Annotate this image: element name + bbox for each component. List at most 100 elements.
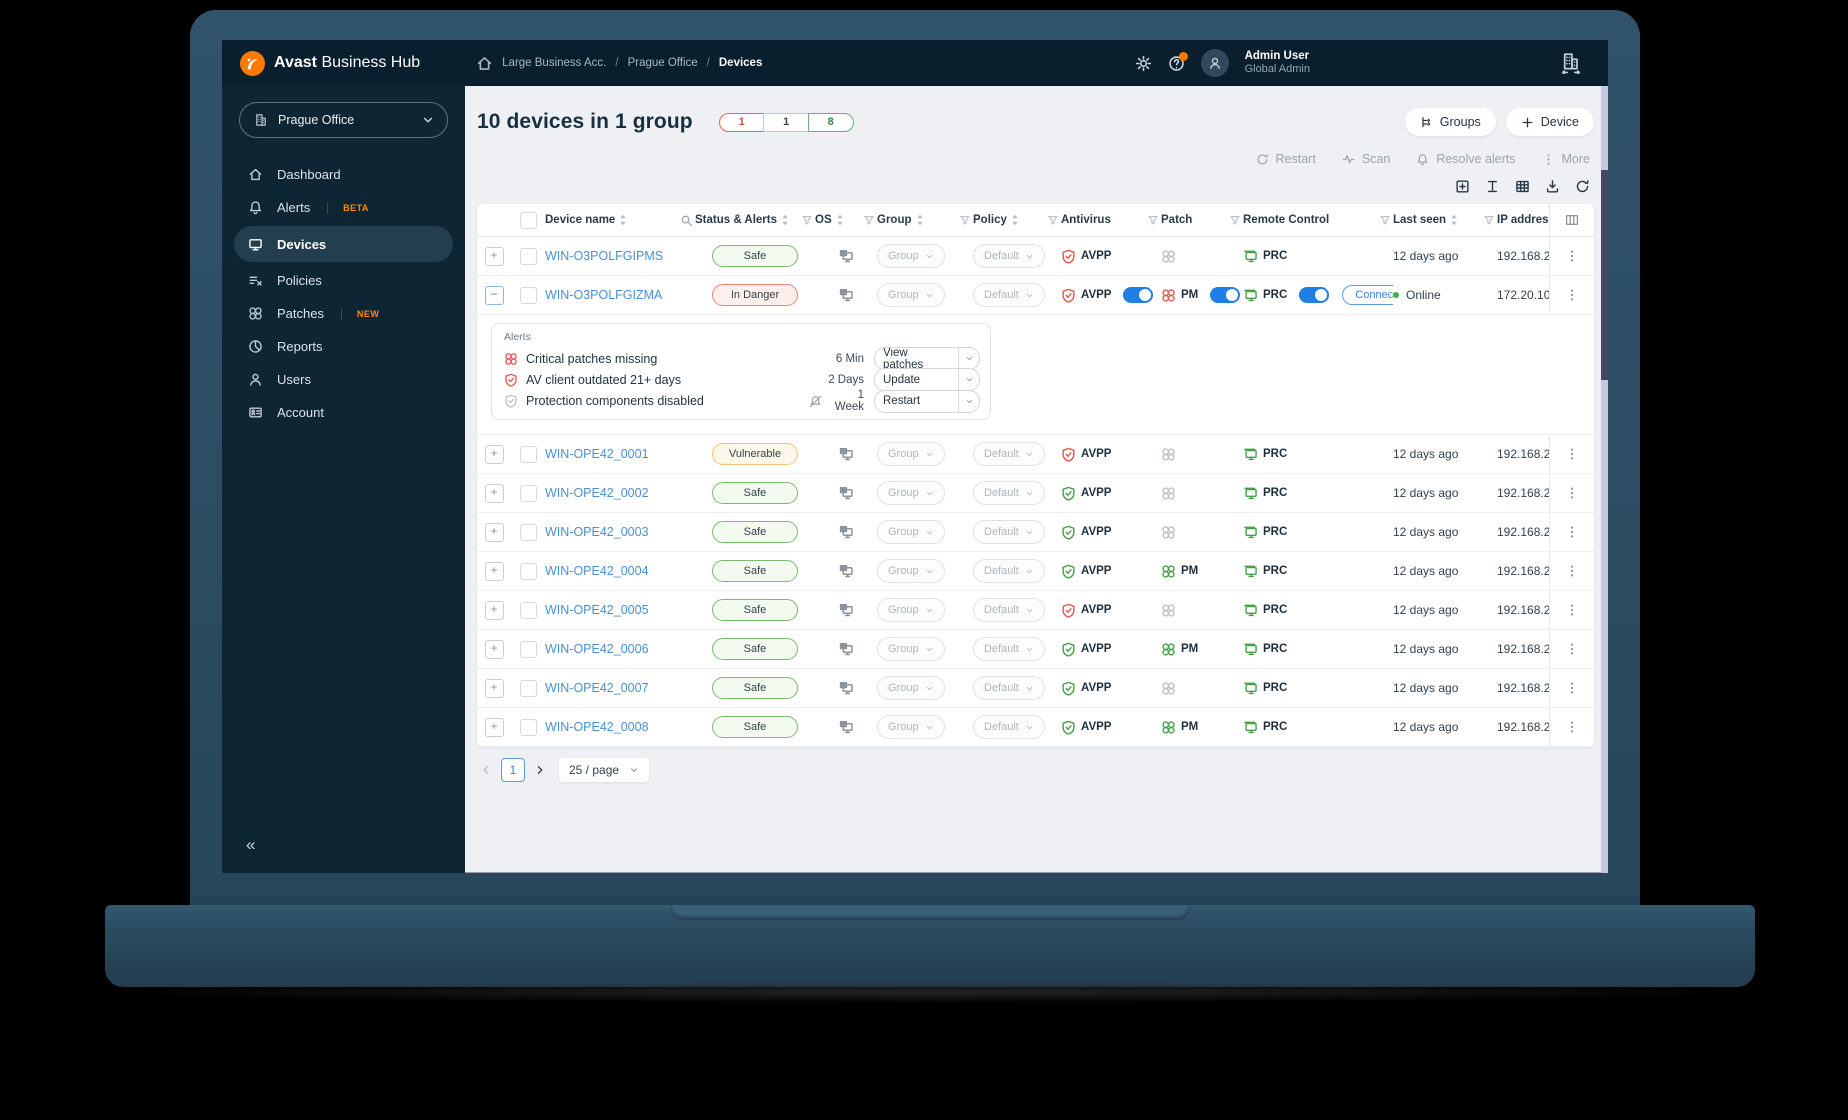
device-link[interactable]: WIN-O3POLFGIZMA	[545, 288, 662, 302]
filter-icon[interactable]	[1379, 214, 1391, 226]
avatar[interactable]	[1200, 49, 1229, 77]
row-menu-icon[interactable]	[1565, 720, 1579, 734]
row-checkbox[interactable]	[519, 601, 537, 619]
group-select[interactable]: Group	[877, 637, 945, 661]
alert-action-button[interactable]: View patches	[875, 348, 958, 369]
sidebar-item-reports[interactable]: Reports	[222, 330, 465, 363]
policy-select[interactable]: Default	[973, 559, 1045, 583]
patch-toggle[interactable]	[1210, 287, 1241, 303]
group-select[interactable]: Group	[877, 676, 945, 700]
connect-button[interactable]: Connect	[1342, 285, 1393, 305]
groups-button[interactable]: Groups	[1404, 108, 1496, 136]
policy-select[interactable]: Default	[973, 637, 1045, 661]
policy-select[interactable]: Default	[973, 481, 1045, 505]
row-checkbox[interactable]	[519, 523, 537, 541]
page-scrollbar[interactable]	[1601, 86, 1608, 873]
policy-select[interactable]: Default	[973, 676, 1045, 700]
group-select[interactable]: Group	[877, 481, 945, 505]
sort-icon[interactable]	[781, 214, 789, 226]
expand-row-button[interactable]: +	[484, 639, 504, 659]
column-header-group[interactable]: Group	[877, 214, 973, 226]
breadcrumb-item[interactable]: Devices	[719, 57, 762, 69]
add-device-button[interactable]: Device	[1505, 108, 1594, 136]
reload-icon[interactable]	[1575, 179, 1590, 194]
antivirus-toggle[interactable]	[1123, 287, 1154, 303]
group-select[interactable]: Group	[877, 598, 945, 622]
settings-gear-icon[interactable]	[1135, 55, 1152, 72]
filter-icon[interactable]	[801, 214, 813, 226]
remote-control-toggle[interactable]	[1299, 287, 1330, 303]
columns-settings-cell[interactable]	[1549, 204, 1594, 236]
group-select[interactable]: Group	[877, 442, 945, 466]
company-switcher-icon[interactable]	[1560, 52, 1582, 74]
column-header-patch[interactable]: Patch	[1161, 214, 1243, 226]
device-link[interactable]: WIN-OPE42_0008	[545, 720, 649, 734]
column-header-status-alerts[interactable]: Status & Alerts	[695, 214, 815, 226]
sidebar-item-devices[interactable]: Devices	[234, 226, 453, 262]
search-icon[interactable]	[680, 214, 693, 227]
column-header-policy[interactable]: Policy	[973, 214, 1061, 226]
filter-icon[interactable]	[863, 214, 875, 226]
page-number[interactable]: 1	[501, 758, 525, 782]
sidebar-item-patches[interactable]: Patches | NEW	[222, 297, 465, 330]
filter-icon[interactable]	[959, 214, 971, 226]
column-header-ip-address[interactable]: IP address	[1497, 214, 1549, 226]
expand-row-button[interactable]: +	[484, 246, 504, 266]
columns-icon[interactable]	[1565, 213, 1579, 227]
collapse-sidebar-button[interactable]: «	[246, 835, 255, 855]
row-menu-icon[interactable]	[1565, 525, 1579, 539]
group-select[interactable]: Group	[877, 283, 945, 307]
device-link[interactable]: WIN-OPE42_0004	[545, 564, 649, 578]
sidebar-item-dashboard[interactable]: Dashboard	[222, 158, 465, 191]
row-menu-icon[interactable]	[1565, 681, 1579, 695]
sidebar-item-alerts[interactable]: Alerts | BETA	[222, 191, 465, 224]
device-link[interactable]: WIN-O3POLFGIPMS	[545, 249, 663, 263]
bulk-action-more[interactable]: More	[1542, 152, 1590, 166]
group-select[interactable]: Group	[877, 244, 945, 268]
breadcrumb-item[interactable]: Large Business Acc.	[502, 57, 606, 69]
sidebar-item-policies[interactable]: Policies	[222, 264, 465, 297]
row-checkbox[interactable]	[519, 484, 537, 502]
row-checkbox[interactable]	[519, 562, 537, 580]
sort-icon[interactable]	[836, 214, 844, 226]
device-link[interactable]: WIN-OPE42_0002	[545, 486, 649, 500]
column-header-antivirus[interactable]: Antivirus	[1061, 214, 1161, 226]
alert-action-dropdown[interactable]	[958, 390, 979, 412]
sidebar-item-users[interactable]: Users	[222, 363, 465, 396]
alert-action-button[interactable]: Restart	[875, 395, 958, 407]
column-header-remote-control[interactable]: Remote Control	[1243, 214, 1393, 226]
filter-icon[interactable]	[1047, 214, 1059, 226]
group-select[interactable]: Group	[877, 559, 945, 583]
alert-action-dropdown[interactable]	[958, 369, 979, 390]
collapse-row-button[interactable]: −	[484, 285, 504, 305]
bulk-action-scan[interactable]: Scan	[1342, 152, 1390, 166]
export-icon[interactable]	[1545, 179, 1560, 194]
row-checkbox[interactable]	[519, 445, 537, 463]
row-menu-icon[interactable]	[1565, 642, 1579, 656]
user-info[interactable]: Admin User Global Admin	[1245, 49, 1310, 77]
device-link[interactable]: WIN-OPE42_0001	[545, 447, 649, 461]
table-view-icon[interactable]	[1515, 179, 1530, 194]
org-selector[interactable]: Prague Office	[239, 102, 448, 138]
column-header-os[interactable]: OS	[815, 214, 877, 226]
expand-all-icon[interactable]	[1455, 179, 1470, 194]
breadcrumb-item[interactable]: Prague Office	[628, 57, 698, 69]
row-checkbox[interactable]	[519, 247, 537, 265]
page-size-select[interactable]: 25 / page	[559, 758, 650, 782]
next-page-icon[interactable]	[534, 764, 546, 776]
expand-row-button[interactable]: +	[484, 678, 504, 698]
expand-row-button[interactable]: +	[484, 483, 504, 503]
expand-row-button[interactable]: +	[484, 561, 504, 581]
bulk-action-restart[interactable]: Restart	[1256, 152, 1316, 166]
policy-select[interactable]: Default	[973, 598, 1045, 622]
row-checkbox[interactable]	[519, 640, 537, 658]
row-menu-icon[interactable]	[1565, 249, 1579, 263]
row-menu-icon[interactable]	[1565, 447, 1579, 461]
group-select[interactable]: Group	[877, 715, 945, 739]
device-link[interactable]: WIN-OPE42_0003	[545, 525, 649, 539]
row-checkbox[interactable]	[519, 718, 537, 736]
sort-icon[interactable]	[1011, 214, 1019, 226]
row-menu-icon[interactable]	[1565, 564, 1579, 578]
row-checkbox[interactable]	[519, 286, 537, 304]
policy-select[interactable]: Default	[973, 715, 1045, 739]
